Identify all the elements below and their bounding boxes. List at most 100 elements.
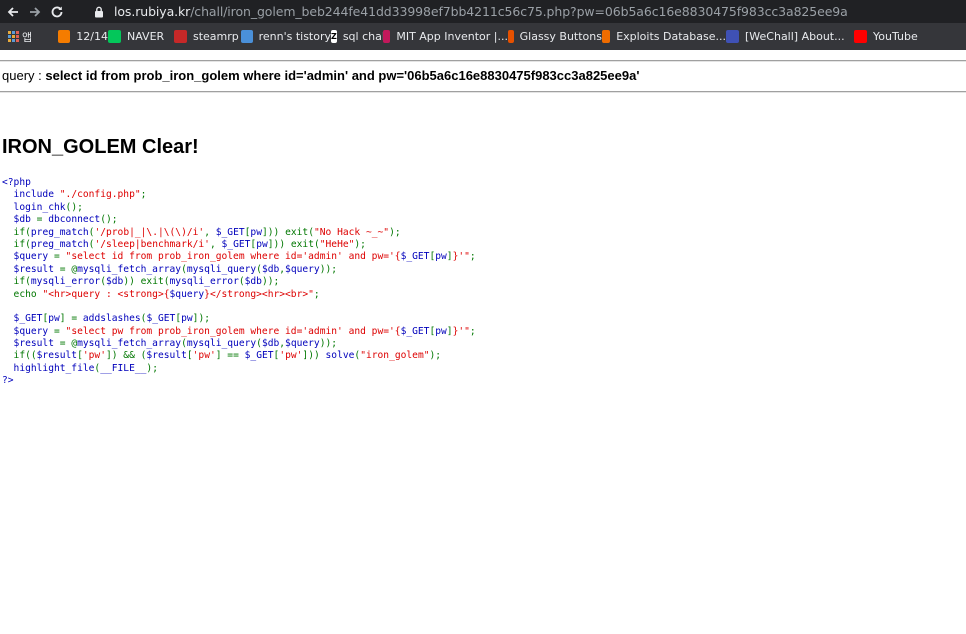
- code-line: $db = dbconnect();: [2, 214, 476, 226]
- bookmark-item[interactable]: 12/14: [58, 23, 108, 50]
- code-token: "No Hack ~_~": [313, 226, 390, 238]
- url-text[interactable]: los.rubiya.kr/chall/iron_golem_beb244fe4…: [114, 4, 848, 19]
- code-token: ,: [204, 226, 216, 238]
- code-token: pw: [48, 313, 60, 325]
- code-token: "select id from prob_iron_golem where id…: [65, 251, 401, 263]
- youtube-icon: [854, 30, 867, 43]
- bookmark-label: renn's tistory: [258, 30, 331, 43]
- bookmark-item[interactable]: YouTube: [854, 23, 934, 50]
- bookmark-label: [WeChall] About...: [745, 30, 845, 43]
- apps-grid-icon: [8, 31, 19, 42]
- code-line: if(($result['pw']) && ($result['pw'] == …: [2, 350, 476, 362]
- code-line: $query = "select pw from prob_iron_golem…: [2, 326, 476, 338]
- clear-heading: IRON_GOLEM Clear!: [2, 136, 199, 158]
- code-token: echo: [2, 288, 43, 300]
- code-token: mysqli_error: [169, 276, 239, 288]
- divider: [0, 60, 966, 62]
- apps-grid-button[interactable]: [0, 23, 22, 50]
- code-token: ] =: [59, 313, 83, 325]
- code-token: include: [2, 189, 60, 201]
- code-token: 'pw': [192, 350, 216, 362]
- lock-icon[interactable]: [92, 5, 106, 19]
- code-token: $_GET: [244, 350, 274, 362]
- code-token: =: [53, 251, 66, 263]
- app-inventor-icon: [383, 30, 391, 43]
- code-line: if(preg_match('/sleep|benchmark/i', $_GE…: [2, 239, 476, 251]
- code-token: ?>: [2, 375, 14, 387]
- bookmark-label: NAVER: [127, 30, 165, 43]
- bookmark-item[interactable]: NAVER: [108, 23, 174, 50]
- code-token: $_GET: [215, 226, 245, 238]
- code-line: $result = @mysqli_fetch_array(mysqli_que…: [2, 338, 476, 350]
- tistory-icon: [241, 30, 253, 43]
- code-token: pw: [256, 238, 268, 250]
- code-token: =: [53, 325, 66, 337]
- bookmark-label: steamrp: [193, 30, 239, 43]
- code-token: ])): [302, 350, 326, 362]
- code-token: preg_match: [30, 238, 89, 250]
- code-token: $db: [261, 263, 280, 275]
- code-token: login_chk: [2, 201, 66, 213]
- query-text: query : select id from prob_iron_golem w…: [2, 68, 640, 83]
- code-token: pw: [250, 226, 262, 238]
- code-token: );: [146, 362, 158, 374]
- php-source-code: <?php include "./config.php"; login_chk(…: [2, 177, 476, 388]
- code-token: ;: [313, 288, 320, 300]
- code-line: login_chk();: [2, 202, 476, 214]
- bookmark-item[interactable]: steamrp: [174, 23, 241, 50]
- reload-icon[interactable]: [46, 0, 68, 23]
- address-bar[interactable]: los.rubiya.kr/chall/iron_golem_beb244fe4…: [84, 0, 966, 23]
- code-token: $db: [244, 276, 262, 288]
- code-token: ));: [319, 338, 338, 350]
- code-token: $_GET: [400, 251, 430, 263]
- code-line: include "./config.php";: [2, 189, 476, 201]
- code-token: ])) exit(: [261, 226, 314, 238]
- code-token: $query: [169, 288, 205, 300]
- code-token: )) exit(: [123, 276, 170, 288]
- code-token: "./config.php": [59, 189, 141, 201]
- bookmark-item[interactable]: [WeChall] About...: [726, 23, 854, 50]
- code-line: $result = @mysqli_fetch_array(mysqli_que…: [2, 264, 476, 276]
- bookmark-item[interactable]: Zsql chall: [331, 23, 388, 50]
- code-token: ]) && (: [105, 350, 147, 362]
- code-token: addslashes: [82, 313, 141, 325]
- code-token: mysqli_query: [186, 263, 257, 275]
- code-token: '/prob|_|\.|\(\)/i': [94, 226, 205, 238]
- code-token: );: [354, 238, 366, 250]
- code-token: preg_match: [30, 226, 89, 238]
- code-token: if((: [2, 350, 37, 362]
- code-token: ;: [140, 189, 147, 201]
- code-token: = @: [59, 338, 78, 350]
- code-token: "iron_golem": [360, 350, 430, 362]
- forward-arrow-icon[interactable]: [24, 0, 46, 23]
- bookmark-label: sql chall: [342, 30, 388, 43]
- code-token: $db: [105, 276, 124, 288]
- code-line: ?>: [2, 375, 476, 387]
- bookmark-item[interactable]: MIT App Inventor |...: [383, 23, 508, 50]
- bookmark-item[interactable]: 앱: [22, 23, 58, 50]
- code-token: }'": [452, 251, 470, 263]
- bookmark-item[interactable]: Exploits Database...: [602, 23, 726, 50]
- code-token: $result: [2, 263, 60, 275]
- code-token: __FILE__: [100, 362, 147, 374]
- code-token: $_GET: [2, 313, 43, 325]
- code-token: mysqli_fetch_array: [77, 263, 182, 275]
- code-token: pw: [181, 313, 193, 325]
- code-line: $_GET[pw] = addslashes($_GET[pw]);: [2, 313, 476, 325]
- code-token: $_GET: [400, 325, 430, 337]
- code-token: mysqli_error: [30, 276, 101, 288]
- code-token: $result: [146, 350, 187, 362]
- code-token: if(: [2, 238, 31, 250]
- code-token: solve: [325, 350, 355, 362]
- code-line: highlight_file(__FILE__);: [2, 363, 476, 375]
- code-token: ));: [319, 263, 338, 275]
- code-token: highlight_file: [2, 362, 95, 374]
- blogger-icon: [58, 30, 71, 43]
- code-token: = @: [59, 263, 78, 275]
- back-arrow-icon[interactable]: [2, 0, 24, 23]
- bookmark-item[interactable]: Glassy Buttons: [508, 23, 602, 50]
- bookmark-item[interactable]: renn's tistory: [241, 23, 331, 50]
- exploit-db-icon: [602, 30, 611, 43]
- code-token: '/sleep|benchmark/i': [94, 238, 210, 250]
